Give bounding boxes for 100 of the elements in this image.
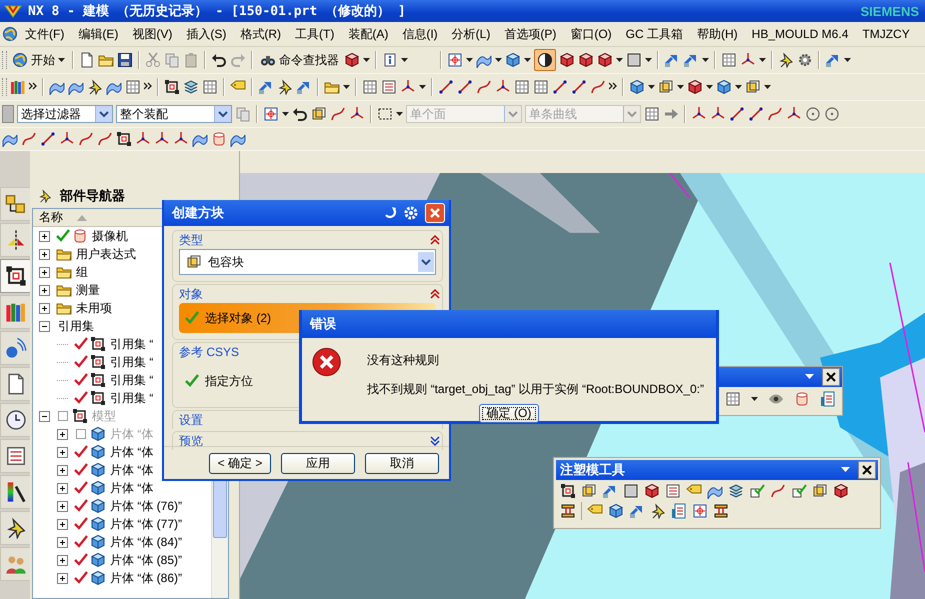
arrow-icon[interactable] (683, 52, 699, 68)
menu-item[interactable]: 文件(F) (18, 24, 72, 44)
collapse-icon[interactable] (430, 288, 440, 300)
gear-icon[interactable] (797, 52, 813, 68)
menu-item[interactable]: 帮助(H) (690, 24, 745, 44)
menu-item[interactable]: 工具(T) (288, 24, 342, 44)
curve-icon[interactable] (590, 79, 606, 95)
circle-icon[interactable] (537, 52, 553, 68)
mold-base-icon[interactable] (560, 503, 576, 519)
box-icon[interactable] (745, 79, 761, 95)
close-button[interactable] (858, 461, 876, 479)
menu-item[interactable]: 格式(R) (233, 24, 288, 44)
tree-item[interactable]: 引用集 “ (108, 390, 156, 406)
dropdown[interactable]: 整个装配 (116, 105, 232, 123)
expand-toggle[interactable] (39, 320, 50, 332)
toolbar-grip[interactable] (2, 78, 7, 96)
grid-icon[interactable] (362, 79, 378, 95)
dropdown-button[interactable] (214, 106, 231, 122)
checkmark-icon[interactable] (74, 355, 88, 369)
command-finder-button[interactable]: 命令查找器 (258, 52, 341, 68)
step-label[interactable]: 指定方位 (205, 372, 253, 390)
checkmark-icon[interactable] (56, 229, 70, 243)
grid-icon[interactable] (721, 52, 737, 68)
report-icon[interactable] (671, 503, 687, 519)
list-icon[interactable] (665, 483, 681, 499)
column-header[interactable]: 名称 (39, 209, 63, 226)
section-title[interactable]: 对象 (177, 286, 205, 302)
menu-item[interactable]: 插入(S) (179, 24, 234, 44)
resource-tab[interactable] (0, 259, 30, 293)
caret-icon[interactable] (396, 112, 403, 116)
section-title[interactable]: 类型 (177, 232, 205, 248)
caret-icon[interactable] (524, 58, 531, 62)
caret-icon[interactable] (648, 85, 655, 89)
pin-icon[interactable] (87, 79, 103, 95)
checkmark-icon[interactable] (74, 373, 88, 387)
cube-icon[interactable] (608, 503, 624, 519)
report-icon[interactable] (820, 391, 836, 407)
caret-icon[interactable] (282, 112, 289, 116)
resource-tab[interactable] (0, 511, 30, 545)
crosshair-icon[interactable] (263, 106, 279, 122)
arrow-icon[interactable] (664, 52, 680, 68)
tree-item[interactable]: 测量 (74, 282, 102, 298)
arrow-icon[interactable] (629, 503, 645, 519)
list-icon[interactable] (381, 79, 397, 95)
caret-icon[interactable] (759, 58, 766, 62)
caret-icon[interactable] (735, 85, 742, 89)
pin-icon[interactable] (778, 52, 794, 68)
dropdown-button[interactable] (95, 106, 112, 122)
dashed-box-icon[interactable] (377, 106, 393, 122)
grid-icon[interactable] (514, 79, 530, 95)
grid-icon[interactable] (725, 391, 741, 407)
arrow-icon[interactable] (258, 79, 274, 95)
mold-base-icon[interactable] (713, 503, 729, 519)
arrow-icon[interactable] (602, 483, 618, 499)
expand-icon[interactable] (430, 435, 440, 447)
caret-icon[interactable] (841, 467, 850, 473)
grid-icon[interactable] (644, 106, 660, 122)
caret-icon[interactable] (616, 58, 623, 62)
crosshair-icon[interactable] (692, 503, 708, 519)
tree-item[interactable]: 用户表达式 (74, 246, 138, 262)
frame-icon[interactable] (116, 131, 132, 147)
cube-icon[interactable] (833, 483, 849, 499)
cube-icon[interactable] (344, 52, 360, 68)
menu-item[interactable]: HB_MOULD M6.4 (744, 25, 856, 43)
curve-icon[interactable] (78, 131, 94, 147)
section-title[interactable]: 参考 CSYS (177, 344, 242, 360)
cube-icon[interactable] (716, 79, 732, 95)
books-icon[interactable] (10, 79, 26, 95)
dialog-button[interactable]: 取消 (365, 453, 439, 474)
layers-icon[interactable] (183, 79, 199, 95)
caret-icon[interactable] (844, 58, 851, 62)
dropdown[interactable]: 选择过滤器 (17, 105, 113, 123)
expand-toggle[interactable] (39, 302, 50, 314)
box-icon[interactable] (311, 106, 327, 122)
frame-icon[interactable] (560, 483, 576, 499)
dialog-button[interactable]: < 确定 > (209, 453, 271, 474)
curve-icon[interactable] (21, 131, 37, 147)
caret-icon[interactable] (419, 85, 426, 89)
cube-icon[interactable] (629, 79, 645, 95)
check-icon[interactable] (791, 483, 807, 499)
cylinder-icon[interactable] (211, 131, 227, 147)
dialog-button[interactable]: 应用 (281, 453, 355, 474)
caret-icon[interactable] (466, 58, 473, 62)
start-button[interactable]: 开始 (10, 52, 67, 68)
grid-icon[interactable] (533, 79, 549, 95)
caret-icon[interactable] (343, 85, 350, 89)
section-title[interactable]: 设置 (177, 412, 205, 428)
tree-item[interactable]: 引用集 (56, 318, 96, 334)
caret-icon[interactable] (805, 374, 814, 380)
caret-icon[interactable] (751, 397, 758, 401)
ok-button[interactable]: 确定 (O) (479, 404, 539, 423)
box-icon[interactable] (812, 483, 828, 499)
resource-tab[interactable] (0, 475, 30, 509)
expand-toggle[interactable] (39, 266, 50, 278)
line-icon[interactable] (571, 79, 587, 95)
settings-icon[interactable] (403, 205, 419, 221)
crosshair-icon[interactable] (447, 52, 463, 68)
pin-icon[interactable] (650, 503, 666, 519)
arrow-icon[interactable] (296, 79, 312, 95)
cube-icon[interactable] (505, 52, 521, 68)
